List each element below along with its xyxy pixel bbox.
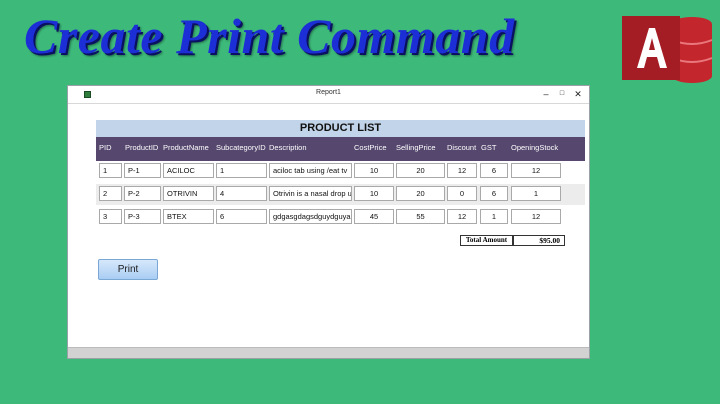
cell-subcategoryid: 1 [216, 163, 267, 178]
maximize-button[interactable]: □ [554, 87, 570, 101]
column-header-gst: GST [481, 143, 497, 152]
cell-openingstock: 12 [511, 209, 561, 224]
window-title: Report1 [316, 89, 341, 96]
report-title: PRODUCT LIST [96, 120, 585, 137]
cell-pid: 3 [99, 209, 122, 224]
cell-description: gdgasgdagsdguydguyagd [269, 209, 352, 224]
table-row: 2 P-2 OTRIVIN 4 Otrivin is a nasal drop … [96, 184, 585, 205]
column-header-pid: PID [99, 143, 112, 152]
cell-productid: P-2 [124, 186, 161, 201]
cell-description: Otrivin is a nasal drop u [269, 186, 352, 201]
print-button[interactable]: Print [98, 259, 158, 280]
cell-sellingprice: 20 [396, 186, 445, 201]
column-header-subcategoryid: SubcategoryID [216, 143, 266, 152]
cell-sellingprice: 55 [396, 209, 445, 224]
cell-discount: 12 [447, 209, 477, 224]
window-titlebar: Report1 – □ ✕ [68, 86, 589, 104]
table-header: PID ProductID ProductName SubcategoryID … [96, 137, 585, 161]
cell-subcategoryid: 4 [216, 186, 267, 201]
window-status-bar [68, 347, 589, 358]
cell-pid: 2 [99, 186, 122, 201]
cell-sellingprice: 20 [396, 163, 445, 178]
cell-productid: P-1 [124, 163, 161, 178]
cell-gst: 6 [480, 186, 508, 201]
cell-costprice: 10 [354, 186, 394, 201]
total-amount-value: $95.00 [513, 235, 565, 246]
cell-openingstock: 12 [511, 163, 561, 178]
total-amount-label: Total Amount [460, 235, 513, 246]
column-header-openingstock: OpeningStock [511, 143, 559, 152]
column-header-description: Description [269, 143, 307, 152]
column-header-sellingprice: SellingPrice [396, 143, 436, 152]
column-header-discount: Discount [447, 143, 477, 152]
report-canvas: PRODUCT LIST PID ProductID ProductName S… [78, 104, 585, 345]
cell-description: aciloc tab using /eat tv [269, 163, 352, 178]
cell-productname: ACILOC [163, 163, 214, 178]
cell-gst: 1 [480, 209, 508, 224]
cell-costprice: 10 [354, 163, 394, 178]
cell-subcategoryid: 6 [216, 209, 267, 224]
cell-productid: P-3 [124, 209, 161, 224]
report-window: Report1 – □ ✕ PRODUCT LIST PID ProductID… [67, 85, 590, 359]
table-row: 1 P-1 ACILOC 1 aciloc tab using /eat tv … [96, 161, 585, 182]
cell-productname: OTRIVIN [163, 186, 214, 201]
column-header-costprice: CostPrice [354, 143, 387, 152]
access-logo-icon [622, 16, 713, 83]
close-button[interactable]: ✕ [570, 87, 586, 101]
cell-openingstock: 1 [511, 186, 561, 201]
table-row: 3 P-3 BTEX 6 gdgasgdagsdguydguyagd 45 55… [96, 207, 585, 228]
minimize-button[interactable]: – [538, 87, 554, 101]
video-headline: Create Print Command [24, 8, 515, 64]
cell-pid: 1 [99, 163, 122, 178]
cell-discount: 12 [447, 163, 477, 178]
column-header-productid: ProductID [125, 143, 159, 152]
cell-discount: 0 [447, 186, 477, 201]
cell-productname: BTEX [163, 209, 214, 224]
column-header-productname: ProductName [163, 143, 209, 152]
cell-costprice: 45 [354, 209, 394, 224]
cell-gst: 6 [480, 163, 508, 178]
